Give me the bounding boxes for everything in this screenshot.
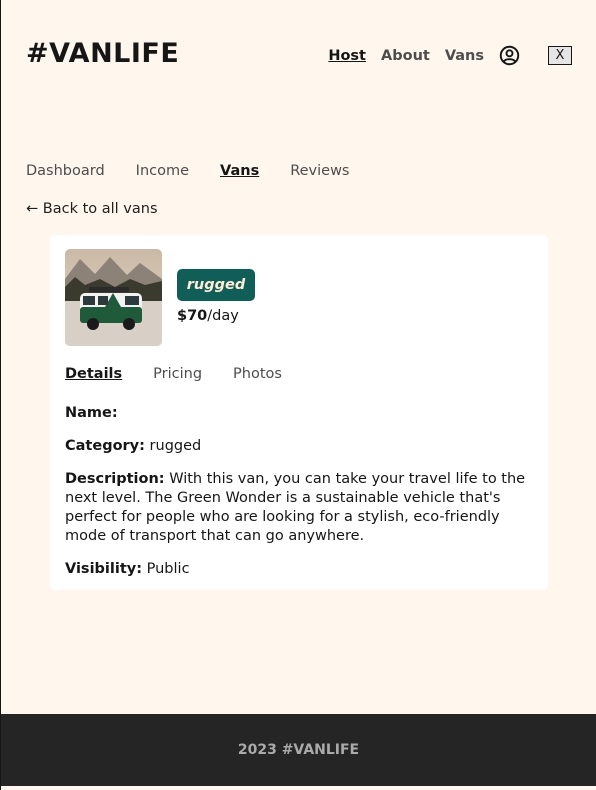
price-amount: $70	[177, 308, 208, 324]
host-nav: Dashboard Income Vans Reviews	[26, 163, 350, 179]
tab-pricing[interactable]: Pricing	[153, 366, 202, 382]
host-nav-vans[interactable]: Vans	[220, 163, 259, 179]
back-link-label: Back to all vans	[42, 201, 158, 217]
host-nav-dashboard[interactable]: Dashboard	[26, 163, 105, 179]
van-price: $70/day	[177, 308, 239, 324]
tab-photos[interactable]: Photos	[233, 366, 282, 382]
description-label: Description:	[65, 471, 165, 487]
host-nav-reviews[interactable]: Reviews	[290, 163, 349, 179]
van-detail-tabs: Details Pricing Photos	[65, 366, 282, 382]
arrow-left-icon: ←	[26, 201, 39, 217]
back-to-all-vans-link[interactable]: ← Back to all vans	[26, 201, 158, 217]
close-button[interactable]: X	[548, 46, 572, 65]
price-unit: /day	[207, 308, 239, 324]
nav-link-host[interactable]: Host	[328, 48, 366, 64]
category-value: rugged	[149, 438, 202, 454]
site-header: #VANLIFE Host About Vans X	[1, 0, 596, 112]
category-row: Category: rugged	[65, 437, 537, 456]
visibility-row: Visibility: Public	[65, 560, 537, 579]
user-circle-icon[interactable]	[499, 45, 520, 66]
nav-link-vans[interactable]: Vans	[445, 48, 484, 64]
van-image	[65, 249, 162, 346]
description-row: Description: With this van, you can take…	[65, 470, 537, 546]
van-detail-card: rugged $70/day Details Pricing Photos Na…	[50, 235, 548, 590]
footer-text: 2023 #VANLIFE	[237, 742, 360, 758]
top-nav: Host About Vans X	[328, 45, 572, 66]
site-logo[interactable]: #VANLIFE	[26, 38, 179, 69]
tab-details[interactable]: Details	[65, 366, 122, 382]
category-label: Category:	[65, 438, 145, 454]
visibility-value: Public	[146, 561, 190, 577]
nav-link-about[interactable]: About	[381, 48, 430, 64]
site-footer: 2023 #VANLIFE	[1, 714, 596, 786]
host-nav-income[interactable]: Income	[136, 163, 189, 179]
van-info: Name: Category: rugged Description: With…	[65, 404, 537, 593]
name-label: Name:	[65, 405, 118, 421]
van-type-badge: rugged	[177, 269, 255, 301]
visibility-label: Visibility:	[65, 561, 143, 577]
name-row: Name:	[65, 404, 537, 423]
